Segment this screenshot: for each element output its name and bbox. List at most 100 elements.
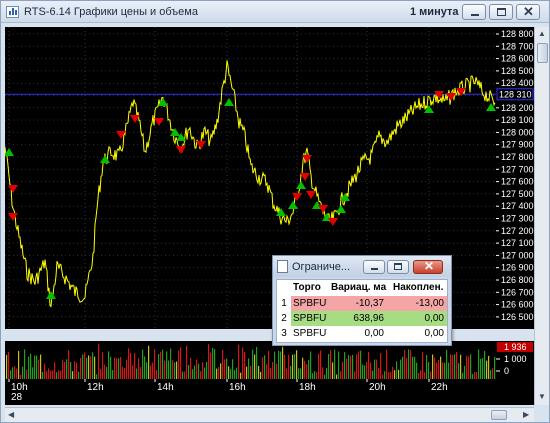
column-header[interactable]: Накоплен. xyxy=(391,280,447,295)
volume-bar xyxy=(400,359,402,379)
maximize-button[interactable] xyxy=(489,4,513,20)
limits-window[interactable]: Ограниче... ✕ Торго Вариац. ма Накоплен.… xyxy=(272,255,452,346)
table-row[interactable]: 1 SPBFUT0 -10,37 -13,00 xyxy=(277,296,447,311)
buy-marker[interactable] xyxy=(224,98,234,106)
volume-bar xyxy=(304,360,306,379)
volume-chart[interactable] xyxy=(5,341,496,379)
buy-marker[interactable] xyxy=(170,128,180,136)
volume-bar xyxy=(74,361,76,379)
volume-bar xyxy=(254,354,256,379)
sell-marker[interactable] xyxy=(300,173,310,181)
column-header[interactable]: Торго xyxy=(291,280,331,295)
sell-marker[interactable] xyxy=(306,191,316,199)
variation-cell: 0,00 xyxy=(364,328,384,339)
volume-bar xyxy=(242,347,244,379)
volume-bar xyxy=(116,358,118,379)
volume-bar xyxy=(112,370,114,379)
horizontal-scrollbar[interactable]: ◀ ▶ xyxy=(5,407,534,422)
volume-bar xyxy=(120,357,122,379)
volume-bar xyxy=(140,367,142,379)
volume-bar xyxy=(370,362,372,379)
volume-bar xyxy=(330,349,332,379)
sell-marker[interactable] xyxy=(292,193,302,201)
volume-bar xyxy=(388,372,390,379)
scroll-down-icon[interactable]: ▼ xyxy=(538,392,546,401)
volume-bar xyxy=(18,351,20,379)
volume-bar xyxy=(302,357,304,379)
volume-bar xyxy=(180,347,182,379)
volume-bar xyxy=(62,359,64,379)
volume-bar xyxy=(28,356,30,379)
volume-bar xyxy=(16,368,18,379)
price-tick-label: 127 900 xyxy=(501,140,534,150)
volume-bar xyxy=(288,354,290,379)
volume-bar xyxy=(258,365,260,379)
volume-bar xyxy=(200,371,202,379)
scroll-up-icon[interactable]: ▲ xyxy=(538,29,546,38)
vertical-scroll-thumb[interactable] xyxy=(537,43,548,63)
volume-bar xyxy=(450,354,452,379)
volume-bar xyxy=(162,349,164,379)
limits-maximize-button[interactable] xyxy=(387,260,409,274)
buy-marker[interactable] xyxy=(5,148,14,156)
volume-bar xyxy=(48,368,50,379)
table-row[interactable]: 2 SPBFUT0 638,96 0,00 xyxy=(277,311,447,326)
buy-marker[interactable] xyxy=(46,291,56,299)
limits-table: Торго Вариац. ма Накоплен. 1 SPBFUT0 -10… xyxy=(276,279,448,343)
volume-bar xyxy=(390,371,392,379)
sell-marker[interactable] xyxy=(328,218,338,226)
volume-bar xyxy=(134,353,136,379)
volume-bar xyxy=(66,359,68,379)
limits-close-button[interactable]: ✕ xyxy=(413,259,443,274)
timeframe-label[interactable]: 1 минута xyxy=(410,6,458,18)
sell-marker[interactable] xyxy=(176,146,186,154)
scroll-right-icon[interactable]: ▶ xyxy=(523,410,529,419)
volume-bar xyxy=(340,371,342,379)
buy-marker[interactable] xyxy=(288,201,298,209)
volume-bar xyxy=(394,370,396,379)
accumulated-cell: 0,00 xyxy=(387,311,447,326)
accumulated-cell: 0,00 xyxy=(424,328,444,339)
price-tick-label: 128 100 xyxy=(501,115,534,125)
table-row[interactable]: 3 SPBFUT0 0,00 0,00 xyxy=(277,326,447,341)
scroll-left-icon[interactable]: ◀ xyxy=(8,410,14,419)
volume-bar xyxy=(290,365,292,379)
volume-bar xyxy=(256,347,258,379)
volume-bar xyxy=(216,368,218,379)
minimize-icon xyxy=(471,14,479,16)
volume-bar xyxy=(160,351,162,379)
buy-marker[interactable] xyxy=(296,181,306,189)
volume-bar xyxy=(448,362,450,379)
volume-bar xyxy=(122,366,124,379)
limits-minimize-button[interactable] xyxy=(363,260,385,274)
volume-bar xyxy=(114,357,116,379)
volume-bar xyxy=(262,357,264,379)
volume-bar xyxy=(294,354,296,379)
horizontal-scroll-thumb[interactable] xyxy=(491,410,507,420)
volume-bar xyxy=(276,363,278,379)
volume-bar xyxy=(94,356,96,379)
volume-bar xyxy=(446,349,448,379)
title-bar[interactable]: RTS-6.14 Графики цены и объема 1 минута … xyxy=(1,1,549,23)
volume-bar xyxy=(84,352,86,379)
price-tick-label: 127 000 xyxy=(501,250,534,260)
sell-marker[interactable] xyxy=(116,131,126,139)
price-tick-label: 127 100 xyxy=(501,238,534,248)
time-tick-label: 22h xyxy=(431,382,448,392)
volume-bar xyxy=(188,364,190,379)
volume-bar xyxy=(440,356,442,379)
volume-bar xyxy=(444,362,446,379)
minimize-button[interactable] xyxy=(462,4,486,20)
buy-marker[interactable] xyxy=(100,155,110,163)
sell-marker[interactable] xyxy=(154,118,164,126)
column-header[interactable]: Вариац. ма xyxy=(329,280,391,295)
vertical-scrollbar[interactable]: ▲ ▼ xyxy=(534,27,549,405)
volume-bar xyxy=(238,344,240,379)
current-price-label: 128 310 xyxy=(499,89,532,99)
volume-bar xyxy=(328,353,330,379)
volume-bar xyxy=(148,345,150,379)
price-tick-label: 128 700 xyxy=(501,41,534,51)
limits-title-bar[interactable]: Ограниче... ✕ xyxy=(273,256,451,277)
close-button[interactable]: ✕ xyxy=(516,4,540,20)
volume-bar xyxy=(320,350,322,379)
